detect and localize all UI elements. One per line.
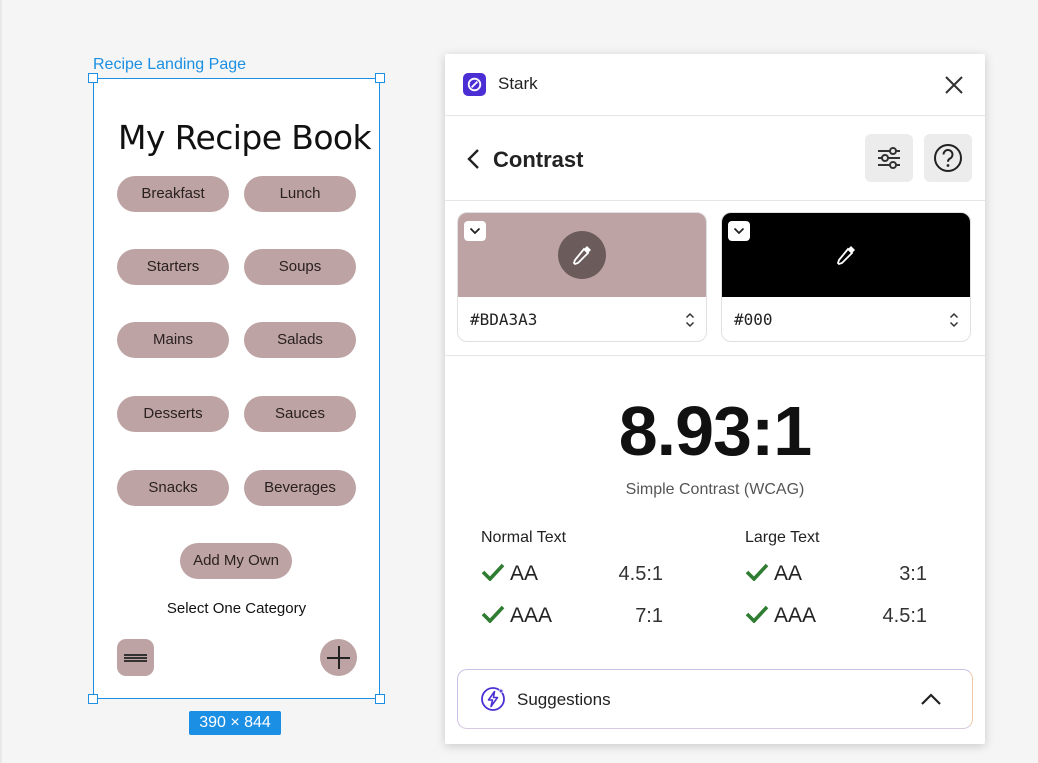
nav-row: Contrast: [445, 116, 985, 201]
check-icon: [481, 605, 505, 623]
back-chevron-icon[interactable]: [465, 148, 483, 170]
normal-text-heading: Normal Text: [481, 529, 567, 546]
section-divider: [445, 355, 985, 356]
stepper-icon[interactable]: [948, 311, 960, 329]
background-swatch[interactable]: [722, 213, 970, 297]
menu-icon-line: [124, 657, 147, 659]
level-label: AA: [510, 562, 539, 585]
menu-icon-line: [124, 660, 147, 662]
category-mains-button[interactable]: Mains: [117, 322, 229, 358]
large-text-heading: Large Text: [745, 529, 820, 546]
help-button[interactable]: [924, 134, 972, 182]
category-starters-button[interactable]: Starters: [117, 249, 229, 285]
lightning-sparkle-icon: [481, 687, 505, 711]
stark-logo-icon: [463, 73, 486, 96]
check-icon: [481, 563, 505, 581]
normal-aaa-result: AAA: [481, 604, 552, 628]
foreground-hex-value[interactable]: #BDA3A3: [470, 310, 537, 329]
large-aaa-required: 4.5:1: [882, 605, 927, 627]
foreground-dropdown-toggle[interactable]: [464, 221, 486, 241]
chevron-up-icon: [921, 693, 941, 705]
sliders-icon: [878, 147, 900, 169]
foreground-eyedropper-button[interactable]: [558, 231, 606, 279]
level-label: AA: [774, 562, 803, 585]
menu-button[interactable]: [117, 639, 154, 676]
category-snacks-button[interactable]: Snacks: [117, 470, 229, 506]
foreground-color-card: #BDA3A3: [457, 212, 707, 342]
suggestions-toggle[interactable]: Suggestions: [457, 669, 973, 729]
frame-label[interactable]: Recipe Landing Page: [93, 56, 246, 74]
background-eyedropper-button[interactable]: [822, 231, 870, 279]
category-salads-button[interactable]: Salads: [244, 322, 356, 358]
category-desserts-button[interactable]: Desserts: [117, 396, 229, 432]
panel-header: Stark: [445, 54, 985, 116]
level-label: AAA: [510, 604, 553, 627]
page-title: Contrast: [493, 147, 584, 172]
recipe-title: My Recipe Book: [118, 118, 372, 157]
contrast-ratio-caption: Simple Contrast (WCAG): [625, 481, 805, 498]
help-icon: [934, 144, 962, 172]
app-name: Stark: [498, 74, 538, 93]
category-soups-button[interactable]: Soups: [244, 249, 356, 285]
normal-aa-required: 4.5:1: [618, 563, 663, 585]
resize-handle-top-left[interactable]: [88, 73, 98, 83]
eyedropper-icon: [836, 246, 855, 266]
stepper-icon[interactable]: [684, 311, 696, 329]
normal-aaa-required: 7:1: [635, 605, 663, 627]
check-icon: [745, 563, 769, 581]
category-beverages-button[interactable]: Beverages: [244, 470, 356, 506]
category-sauces-button[interactable]: Sauces: [244, 396, 356, 432]
normal-aa-result: AA: [481, 562, 538, 586]
settings-button[interactable]: [865, 134, 913, 182]
resize-handle-bottom-left[interactable]: [88, 694, 98, 704]
category-breakfast-button[interactable]: Breakfast: [117, 176, 229, 212]
chevron-down-icon: [469, 227, 481, 235]
contrast-ratio: 8.93:1: [618, 392, 812, 470]
background-dropdown-toggle[interactable]: [728, 221, 750, 241]
large-aaa-result: AAA: [745, 604, 816, 628]
background-hex-value[interactable]: #000: [734, 310, 773, 329]
resize-handle-top-right[interactable]: [375, 73, 385, 83]
large-aa-result: AA: [745, 562, 802, 586]
category-lunch-button[interactable]: Lunch: [244, 176, 356, 212]
menu-icon: [124, 654, 147, 656]
close-icon[interactable]: [943, 74, 965, 96]
level-label: AAA: [774, 604, 817, 627]
check-icon: [745, 605, 769, 623]
foreground-hex-row[interactable]: #BDA3A3: [458, 297, 706, 341]
foreground-swatch[interactable]: [458, 213, 706, 297]
canvas-edge: [0, 0, 2, 763]
chevron-down-icon: [733, 227, 745, 235]
large-aa-required: 3:1: [899, 563, 927, 585]
add-button[interactable]: [320, 639, 357, 676]
add-my-own-button[interactable]: Add My Own: [180, 543, 292, 579]
frame-size-badge: 390 × 844: [189, 711, 281, 735]
eyedropper-icon: [572, 246, 591, 266]
background-hex-row[interactable]: #000: [722, 297, 970, 341]
select-category-hint: Select One Category: [166, 600, 307, 617]
resize-handle-bottom-right[interactable]: [375, 694, 385, 704]
background-color-card: #000: [721, 212, 971, 342]
suggestions-label: Suggestions: [517, 690, 611, 709]
stark-panel: Stark Contrast #BDA3A3 #000 8.93:1 Simpl…: [445, 54, 985, 744]
